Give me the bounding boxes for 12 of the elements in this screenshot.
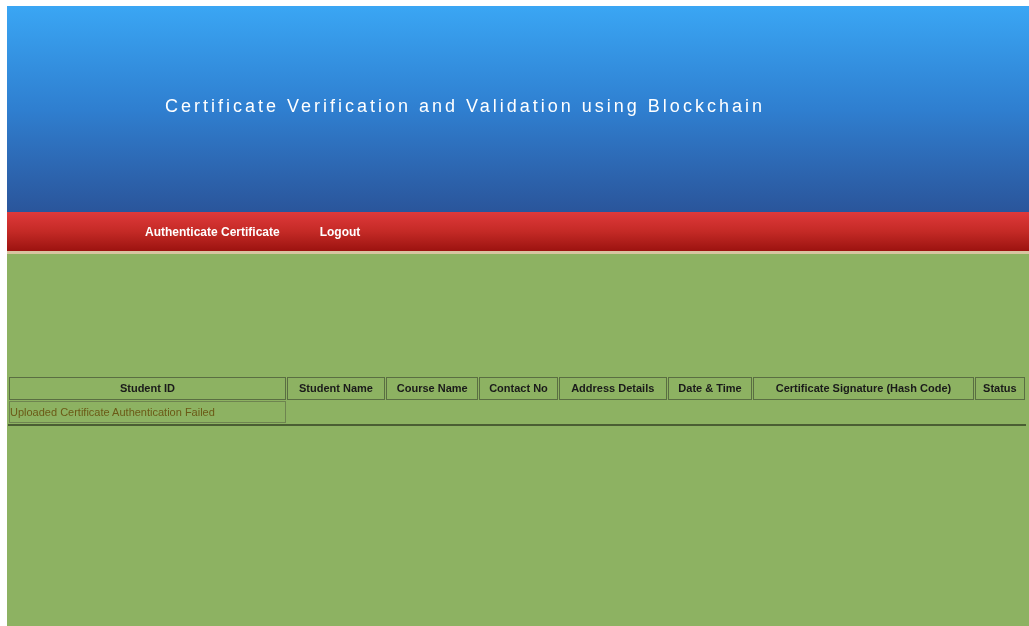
column-header: Contact No <box>479 377 558 400</box>
column-header: Course Name <box>386 377 479 400</box>
column-header: Status <box>974 377 1025 400</box>
nav-link[interactable]: Authenticate Certificate <box>145 222 280 241</box>
page-title: Certificate Verification and Validation using Blockchain <box>165 94 765 118</box>
column-header: Address Details <box>558 377 667 400</box>
table-cell: Uploaded Certificate Authentication Failed <box>9 400 286 423</box>
column-header: Certificate Signature (Hash Code) <box>753 377 974 400</box>
column-header: Date & Time <box>667 377 753 400</box>
column-header: Student Name <box>286 377 386 400</box>
column-header: Student ID <box>9 377 286 400</box>
nav-link[interactable]: Logout <box>319 222 361 241</box>
